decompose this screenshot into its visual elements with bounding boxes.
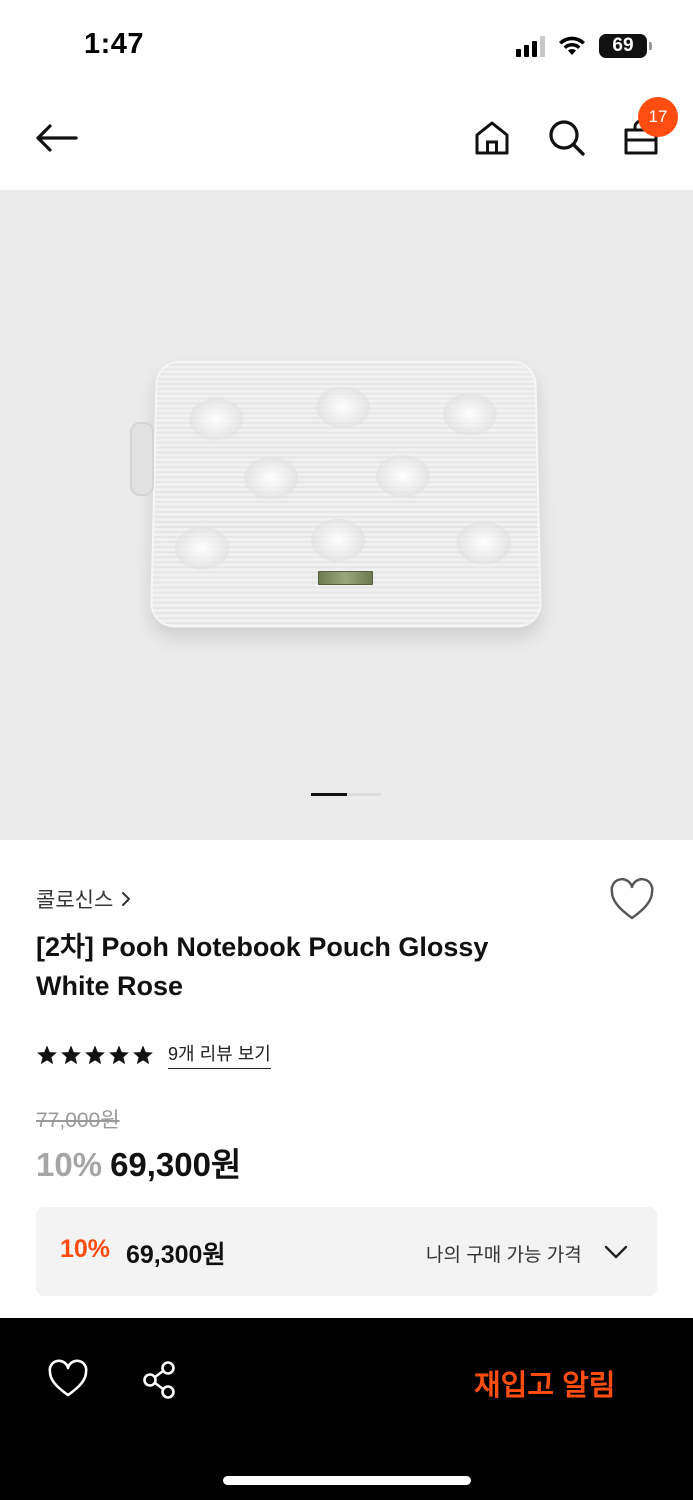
top-nav	[0, 90, 693, 190]
cart-count-badge: 17	[638, 97, 678, 137]
share-icon	[143, 1361, 175, 1399]
pouch-zipper-pull	[130, 422, 154, 496]
arrow-left-icon	[36, 124, 78, 152]
my-price-dropdown[interactable]: 10% 69,300원 나의 구매 가능 가격	[36, 1207, 657, 1296]
product-image	[149, 360, 543, 628]
home-button[interactable]	[466, 112, 518, 164]
original-price: 77,000원	[36, 1109, 120, 1132]
home-icon	[475, 121, 509, 155]
star-icon	[85, 1044, 105, 1064]
wifi-icon	[559, 36, 585, 55]
star-icon	[61, 1044, 81, 1064]
battery-level: 69	[612, 35, 634, 56]
battery-icon: 69	[599, 34, 652, 58]
back-button[interactable]	[30, 112, 82, 164]
home-indicator	[223, 1476, 471, 1485]
restock-alert-button[interactable]: 재입고 알림	[474, 1362, 615, 1404]
discount-rate: 10%	[36, 1146, 103, 1183]
heart-icon	[610, 878, 654, 920]
product-title: [2차] Pooh Notebook Pouch Glossy White Ro…	[36, 932, 489, 1001]
wishlist-button[interactable]	[608, 878, 656, 922]
brand-name: 콜로신스	[36, 889, 114, 912]
carousel-indicator-active	[311, 793, 347, 796]
star-icon	[37, 1044, 57, 1064]
star-icon	[109, 1044, 129, 1064]
chevron-right-icon	[122, 892, 131, 906]
price-row: 10% 69,300원	[36, 1138, 241, 1186]
my-price-label: 나의 구매 가능 가격	[426, 1245, 582, 1266]
search-icon	[549, 120, 585, 156]
rating-row: 9개 리뷰 보기	[36, 1040, 271, 1069]
bottom-action-bar: 재입고 알림	[0, 1318, 693, 1500]
search-button[interactable]	[541, 112, 593, 164]
rating-stars	[36, 1044, 154, 1066]
brand-link[interactable]: 콜로신스	[36, 884, 131, 914]
bottom-wishlist-button[interactable]	[46, 1358, 90, 1402]
chevron-down-icon	[604, 1245, 628, 1259]
carousel-indicator-rest	[347, 793, 381, 796]
star-icon	[133, 1044, 153, 1064]
status-icons: 69	[516, 33, 652, 59]
status-bar: 1:47 69	[0, 0, 693, 90]
product-image-carousel[interactable]	[0, 190, 693, 840]
cellular-signal-icon	[516, 35, 545, 57]
carousel-indicator	[311, 793, 381, 796]
my-price-amount: 69,300원	[126, 1241, 226, 1269]
share-button[interactable]	[138, 1358, 182, 1402]
pouch-label-tag	[318, 571, 373, 585]
heart-icon	[48, 1359, 88, 1397]
review-link[interactable]: 9개 리뷰 보기	[168, 1040, 271, 1069]
status-time: 1:47	[84, 28, 145, 60]
sale-price: 69,300원	[110, 1146, 242, 1183]
my-price-discount: 10%	[60, 1235, 111, 1263]
